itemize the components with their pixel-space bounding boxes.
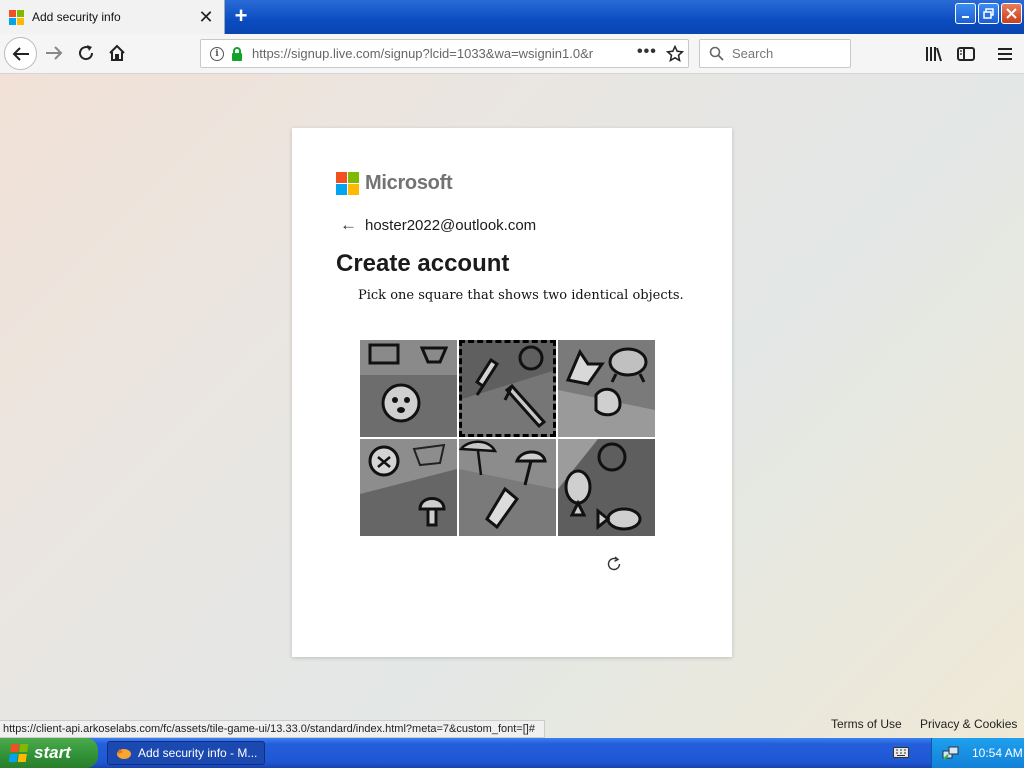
- captcha-tile-1[interactable]: [360, 340, 457, 437]
- library-button[interactable]: [924, 44, 944, 64]
- new-tab-button[interactable]: +: [230, 4, 252, 28]
- clock[interactable]: 10:54 AM: [972, 746, 1023, 760]
- window-restore-button[interactable]: [978, 3, 999, 24]
- captcha-image: [459, 340, 556, 437]
- sidebar-button[interactable]: [956, 44, 976, 64]
- home-button[interactable]: [106, 42, 128, 64]
- tab-title: Add security info: [32, 10, 121, 24]
- url-text[interactable]: https://signup.live.com/signup?lcid=1033…: [252, 46, 602, 61]
- account-email: hoster2022@outlook.com: [365, 216, 537, 234]
- identity-banner[interactable]: ← hoster2022@outlook.com: [340, 215, 536, 235]
- window-minimize-button[interactable]: [955, 3, 976, 24]
- minimize-icon: [961, 15, 969, 18]
- tab-close-icon[interactable]: ✕: [198, 8, 214, 26]
- window-close-button[interactable]: [1001, 3, 1022, 24]
- status-bar: https://client-api.arkoselabs.com/fc/ass…: [0, 720, 545, 738]
- info-icon[interactable]: i: [210, 46, 224, 61]
- captcha-tile-2[interactable]: [459, 340, 556, 437]
- taskbar-item-label: Add security info - M...: [138, 746, 258, 760]
- taskbar: start Add security info - M... 10:54 AM: [0, 738, 1024, 768]
- tab-add-security-info[interactable]: Add security info ✕: [0, 0, 225, 34]
- reload-icon: [79, 45, 94, 61]
- captcha-tile-6[interactable]: [558, 439, 655, 536]
- home-icon: [109, 44, 125, 61]
- menu-button[interactable]: [995, 44, 1015, 64]
- captcha-tile-4[interactable]: [360, 439, 457, 536]
- captcha-image: [459, 439, 556, 536]
- restore-icon: [983, 8, 994, 19]
- sidebar-icon: [957, 47, 975, 61]
- forward-button[interactable]: [43, 42, 65, 64]
- browser-app-icon: [117, 749, 131, 759]
- library-icon: [926, 47, 942, 62]
- search-placeholder: Search: [732, 46, 774, 61]
- captcha-image: [558, 439, 655, 536]
- captcha-image: [360, 340, 457, 437]
- system-tray: 10:54 AM: [931, 738, 1024, 768]
- keyboard-icon[interactable]: [893, 747, 909, 758]
- windows-logo-icon: [8, 744, 30, 762]
- privacy-cookies-link[interactable]: Privacy & Cookies: [920, 717, 1017, 731]
- navigation-toolbar: i https://signup.live.com/signup?lcid=10…: [0, 34, 1024, 74]
- page-background: Microsoft ← hoster2022@outlook.com Creat…: [0, 74, 1024, 738]
- network-icon[interactable]: [942, 745, 960, 761]
- bookmark-star-icon[interactable]: [666, 45, 684, 63]
- url-bar[interactable]: i https://signup.live.com/signup?lcid=10…: [200, 39, 689, 68]
- signup-card: Microsoft ← hoster2022@outlook.com Creat…: [292, 128, 732, 657]
- captcha-image: [558, 340, 655, 437]
- microsoft-logo-icon: [336, 172, 359, 195]
- terms-of-use-link[interactable]: Terms of Use: [831, 717, 902, 731]
- start-button[interactable]: start: [0, 738, 98, 768]
- brand-name: Microsoft: [365, 172, 453, 194]
- captcha-tile-grid: [360, 340, 656, 536]
- captcha-tile-5[interactable]: [459, 439, 556, 536]
- page-title: Create account: [336, 250, 510, 277]
- back-arrow-icon: [12, 46, 29, 61]
- captcha-image: [360, 439, 457, 536]
- search-icon: [709, 46, 724, 61]
- menu-icon: [998, 48, 1012, 60]
- page-actions-icon[interactable]: •••: [637, 43, 657, 61]
- microsoft-favicon-icon: [9, 9, 24, 25]
- reload-button[interactable]: [75, 42, 97, 64]
- browser-titlebar: Add security info ✕ +: [0, 0, 1024, 34]
- taskbar-item-browser[interactable]: Add security info - M...: [107, 741, 265, 765]
- forward-arrow-icon: [46, 46, 63, 60]
- back-button[interactable]: [4, 37, 37, 70]
- captcha-tile-3[interactable]: [558, 340, 655, 437]
- captcha-instruction: Pick one square that shows two identical…: [358, 288, 684, 303]
- close-icon: [1006, 8, 1017, 19]
- search-box[interactable]: Search: [699, 39, 851, 68]
- start-label: start: [34, 743, 71, 762]
- lock-icon: [232, 46, 242, 61]
- refresh-icon[interactable]: [606, 556, 622, 572]
- microsoft-logo: Microsoft: [336, 172, 453, 195]
- back-arrow-icon[interactable]: ←: [340, 215, 357, 235]
